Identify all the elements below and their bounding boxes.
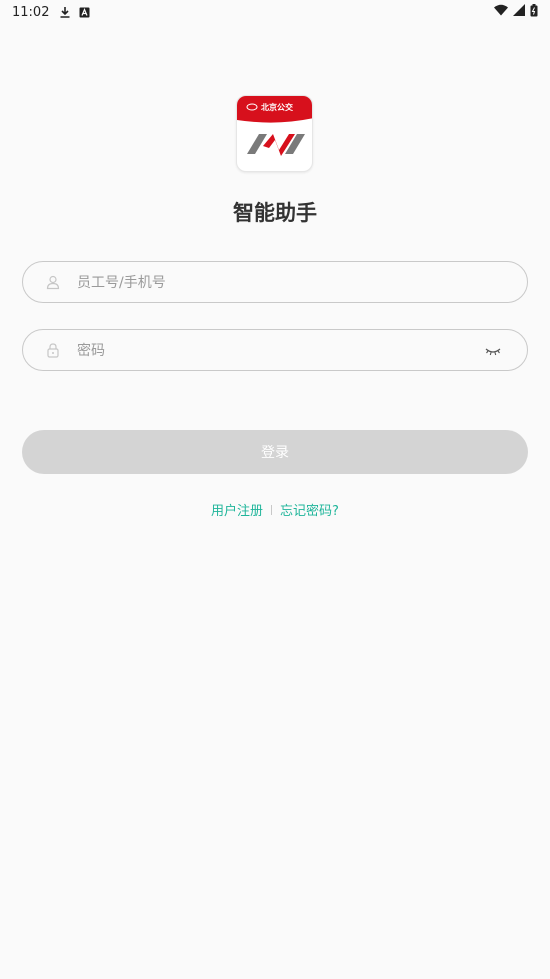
status-time: 11:02 xyxy=(12,4,50,20)
app-title: 智能助手 xyxy=(233,201,317,225)
register-link[interactable]: 用户注册 xyxy=(211,500,263,519)
username-placeholder: 员工号/手机号 xyxy=(77,275,166,291)
eye-closed-icon[interactable] xyxy=(485,343,501,359)
battery-icon xyxy=(530,3,538,21)
status-bar: 11:02 xyxy=(0,0,550,24)
signal-icon xyxy=(513,4,525,20)
link-divider xyxy=(271,504,273,515)
lock-icon xyxy=(45,342,61,358)
auth-links: 用户注册 忘记密码? xyxy=(0,500,550,519)
logo-banner-text: 北京公交 xyxy=(261,102,293,112)
password-field[interactable]: 密码 xyxy=(22,329,528,371)
login-button[interactable]: 登录 xyxy=(22,430,528,474)
password-placeholder: 密码 xyxy=(77,343,105,359)
status-right-group xyxy=(494,3,538,21)
a-notification-icon xyxy=(79,7,90,18)
download-icon xyxy=(59,6,71,18)
wifi-icon xyxy=(494,4,508,20)
app-logo: 北京公交 xyxy=(236,95,313,172)
username-field[interactable]: 员工号/手机号 xyxy=(22,261,528,303)
forgot-password-link[interactable]: 忘记密码? xyxy=(280,500,339,519)
user-icon xyxy=(45,274,61,290)
